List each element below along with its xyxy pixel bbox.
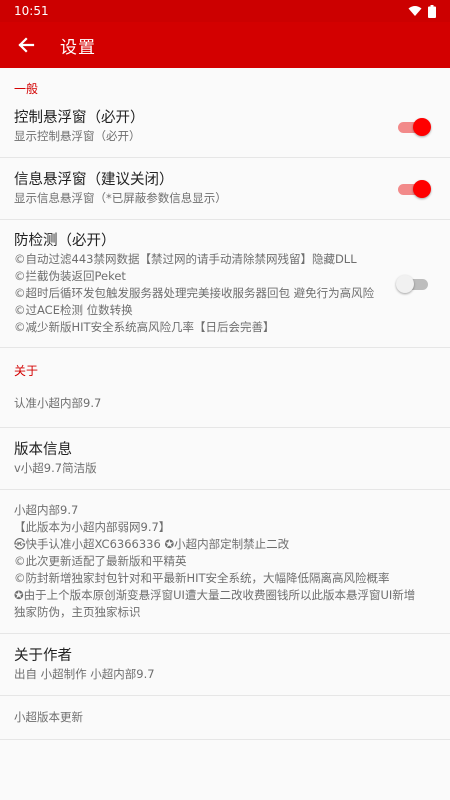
section-header-about: 关于 xyxy=(14,364,39,378)
pref-title: 关于作者 xyxy=(14,648,72,664)
float-info-toggle[interactable] xyxy=(396,179,432,199)
section-header-general: 一般 xyxy=(14,82,39,96)
pref-summary: 认准小超内部9.7 xyxy=(14,396,102,410)
page-title: 设置 xyxy=(60,37,96,58)
settings-list: 一般 控制悬浮窗（必开） 显示控制悬浮窗（必开） 信息悬浮窗（建议关闭） 显示信… xyxy=(0,68,450,740)
pref-title: 防检测（必开） xyxy=(14,233,116,249)
pref-certify[interactable]: 认准小超内部9.7 xyxy=(0,380,450,428)
pref-text: 认准小超内部9.7 xyxy=(14,395,436,412)
arrow-left-icon xyxy=(18,37,35,53)
battery-icon xyxy=(428,4,436,18)
pref-title: 信息悬浮窗（建议关闭） xyxy=(14,172,174,188)
pref-text: 控制悬浮窗（必开） 显示控制悬浮窗（必开） xyxy=(14,108,396,145)
pref-author[interactable]: 关于作者 出自 小超制作 小超内部9.7 xyxy=(0,634,450,696)
pref-text: 版本信息 v小超9.7简洁版 xyxy=(14,440,436,477)
status-bar: 10:51 xyxy=(0,0,450,22)
status-time: 10:51 xyxy=(14,4,49,18)
pref-float-control[interactable]: 控制悬浮窗（必开） 显示控制悬浮窗（必开） xyxy=(0,96,450,158)
pref-text: 小超版本更新 xyxy=(14,709,436,726)
pref-summary: 出自 小超制作 小超内部9.7 xyxy=(14,667,155,681)
back-button[interactable] xyxy=(12,31,40,59)
wifi-icon xyxy=(408,6,422,16)
pref-summary: v小超9.7简洁版 xyxy=(14,461,97,475)
pref-text: 小超内部9.7 【此版本为小超内部弱网9.7】 ㉿快手认准小超XC6366336… xyxy=(14,502,436,621)
float-control-toggle[interactable] xyxy=(396,117,432,137)
pref-summary: ©自动过滤443禁网数据【禁过网的请手动清除禁网残留】隐藏DLL ©拦截伪装返回… xyxy=(14,252,375,334)
pref-anti-detect[interactable]: 防检测（必开） ©自动过滤443禁网数据【禁过网的请手动清除禁网残留】隐藏DLL… xyxy=(0,220,450,348)
pref-text: 防检测（必开） ©自动过滤443禁网数据【禁过网的请手动清除禁网残留】隐藏DLL… xyxy=(14,231,396,336)
switch-thumb xyxy=(413,117,431,136)
pref-summary: 显示信息悬浮窗（*已屏蔽参数信息显示） xyxy=(14,191,227,205)
pref-summary: 显示控制悬浮窗（必开） xyxy=(14,129,141,143)
pref-update[interactable]: 小超版本更新 xyxy=(0,696,450,740)
anti-detect-toggle[interactable] xyxy=(396,274,432,294)
status-icons xyxy=(408,4,436,18)
pref-summary: 小超内部9.7 【此版本为小超内部弱网9.7】 ㉿快手认准小超XC6366336… xyxy=(14,503,416,619)
app-bar: 设置 xyxy=(0,22,450,68)
pref-float-info[interactable]: 信息悬浮窗（建议关闭） 显示信息悬浮窗（*已屏蔽参数信息显示） xyxy=(0,158,450,220)
pref-title: 版本信息 xyxy=(14,442,72,458)
pref-text: 信息悬浮窗（建议关闭） 显示信息悬浮窗（*已屏蔽参数信息显示） xyxy=(14,170,396,207)
pref-text: 关于作者 出自 小超制作 小超内部9.7 xyxy=(14,646,436,683)
switch-thumb xyxy=(396,274,414,293)
pref-notes[interactable]: 小超内部9.7 【此版本为小超内部弱网9.7】 ㉿快手认准小超XC6366336… xyxy=(0,490,450,634)
pref-version[interactable]: 版本信息 v小超9.7简洁版 xyxy=(0,428,450,490)
pref-summary: 小超版本更新 xyxy=(14,710,83,724)
pref-title: 控制悬浮窗（必开） xyxy=(14,110,145,126)
switch-thumb xyxy=(413,179,431,198)
